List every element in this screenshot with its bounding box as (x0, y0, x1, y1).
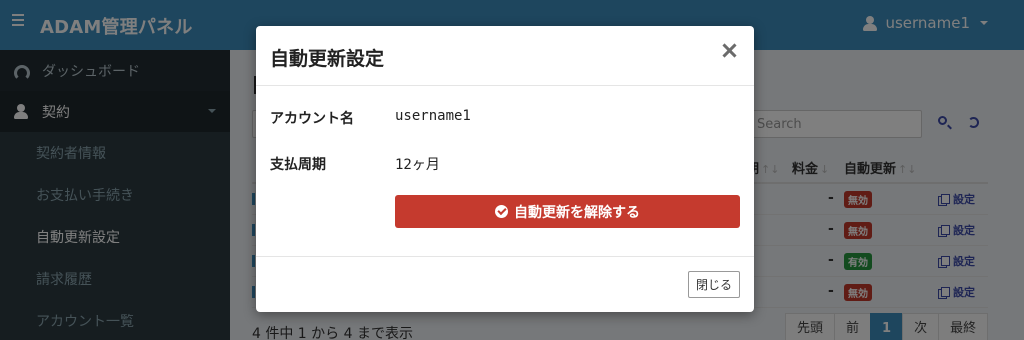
modal-divider (256, 256, 754, 257)
check-circle-icon (495, 205, 508, 218)
cancel-auto-renew-label: 自動更新を解除する (514, 204, 640, 221)
account-name-label: アカウント名 (270, 111, 354, 127)
payment-period-label: 支払周期 (270, 157, 326, 173)
modal-title: 自動更新設定 (270, 48, 385, 70)
close-button[interactable]: 閉じる (688, 271, 740, 298)
close-icon[interactable] (720, 40, 738, 60)
account-name-value: username1 (395, 108, 471, 124)
payment-period-value: 12ヶ月 (395, 157, 440, 173)
modal-header: 自動更新設定 (256, 26, 754, 86)
cancel-auto-renew-button[interactable]: 自動更新を解除する (395, 195, 740, 228)
auto-renew-modal: 自動更新設定 アカウント名 username1 支払周期 12ヶ月 自動更新を解… (256, 26, 754, 312)
